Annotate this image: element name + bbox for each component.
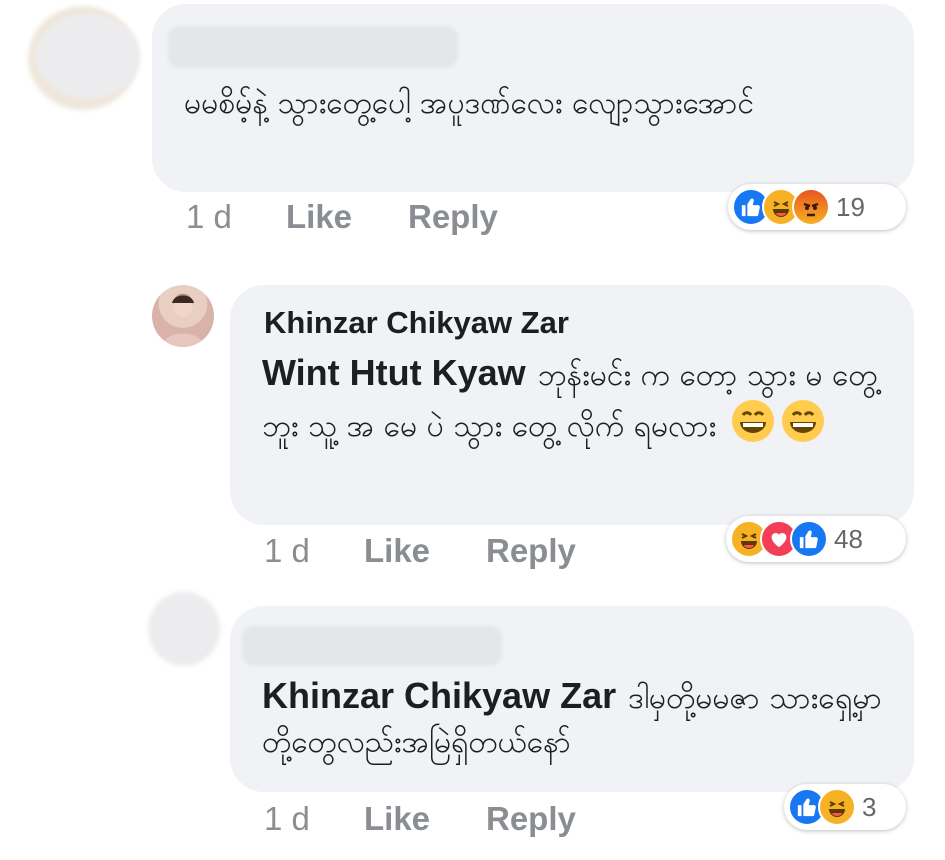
comment-actions: 1 d Like Reply	[264, 800, 576, 838]
avatar[interactable]	[152, 285, 214, 347]
timestamp[interactable]: 1 d	[264, 800, 364, 838]
mention-link[interactable]: Khinzar Chikyaw Zar	[262, 675, 616, 716]
haha-reaction-icon	[818, 788, 856, 826]
comment-text: မမစိမ့်နဲ့ သွားတွေ့ပေါ့ အပူဒဏ်လေး လျော့သ…	[184, 86, 755, 121]
reaction-count: 3	[862, 791, 877, 822]
like-button[interactable]: Like	[364, 800, 486, 838]
comment-bubble: Khinzar Chikyaw Zar Wint Htut Kyaw ဘုန်းမ…	[230, 285, 914, 525]
reaction-summary[interactable]: 3	[784, 784, 906, 830]
timestamp[interactable]: 1 d	[186, 198, 286, 236]
comment-actions: 1 d Like Reply	[264, 532, 576, 570]
angry-reaction-icon	[792, 188, 830, 226]
reaction-count: 19	[836, 191, 865, 222]
avatar[interactable]	[148, 592, 220, 666]
comment-text: Wint Htut Kyaw ဘုန်းမင်း က တော့ သွား မ တွ…	[262, 351, 882, 457]
author-name-redacted[interactable]	[168, 26, 458, 68]
reaction-summary[interactable]: 48	[726, 516, 906, 562]
like-reaction-icon	[790, 520, 828, 558]
reply-button[interactable]: Reply	[486, 800, 576, 838]
mention-link[interactable]: Wint Htut Kyaw	[262, 352, 526, 393]
reaction-summary[interactable]: 19	[728, 184, 906, 230]
grinning-emoji-icon	[730, 398, 776, 457]
like-button[interactable]: Like	[364, 532, 486, 570]
avatar-redaction	[36, 14, 140, 98]
grinning-emoji-icon	[780, 398, 826, 457]
reaction-count: 48	[834, 523, 863, 554]
timestamp[interactable]: 1 d	[264, 532, 364, 570]
comment-thread: မမစိမ့်နဲ့ သွားတွေ့ပေါ့ အပူဒဏ်လေး လျော့သ…	[0, 0, 945, 860]
comment-actions: 1 d Like Reply	[186, 198, 498, 236]
profile-photo	[162, 295, 204, 347]
comment-bubble: မမစိမ့်နဲ့ သွားတွေ့ပေါ့ အပူဒဏ်လေး လျော့သ…	[152, 4, 914, 192]
comment-text: Khinzar Chikyaw Zar ဒါမှတို့မမဇာ သားရှေ့မ…	[262, 674, 892, 765]
reply-button[interactable]: Reply	[408, 198, 498, 236]
like-button[interactable]: Like	[286, 198, 408, 236]
comment-bubble: Khinzar Chikyaw Zar ဒါမှတို့မမဇာ သားရှေ့မ…	[230, 606, 914, 792]
reply-button[interactable]: Reply	[486, 532, 576, 570]
comment-author[interactable]: Khinzar Chikyaw Zar	[264, 305, 569, 341]
author-name-redacted[interactable]	[242, 626, 502, 666]
